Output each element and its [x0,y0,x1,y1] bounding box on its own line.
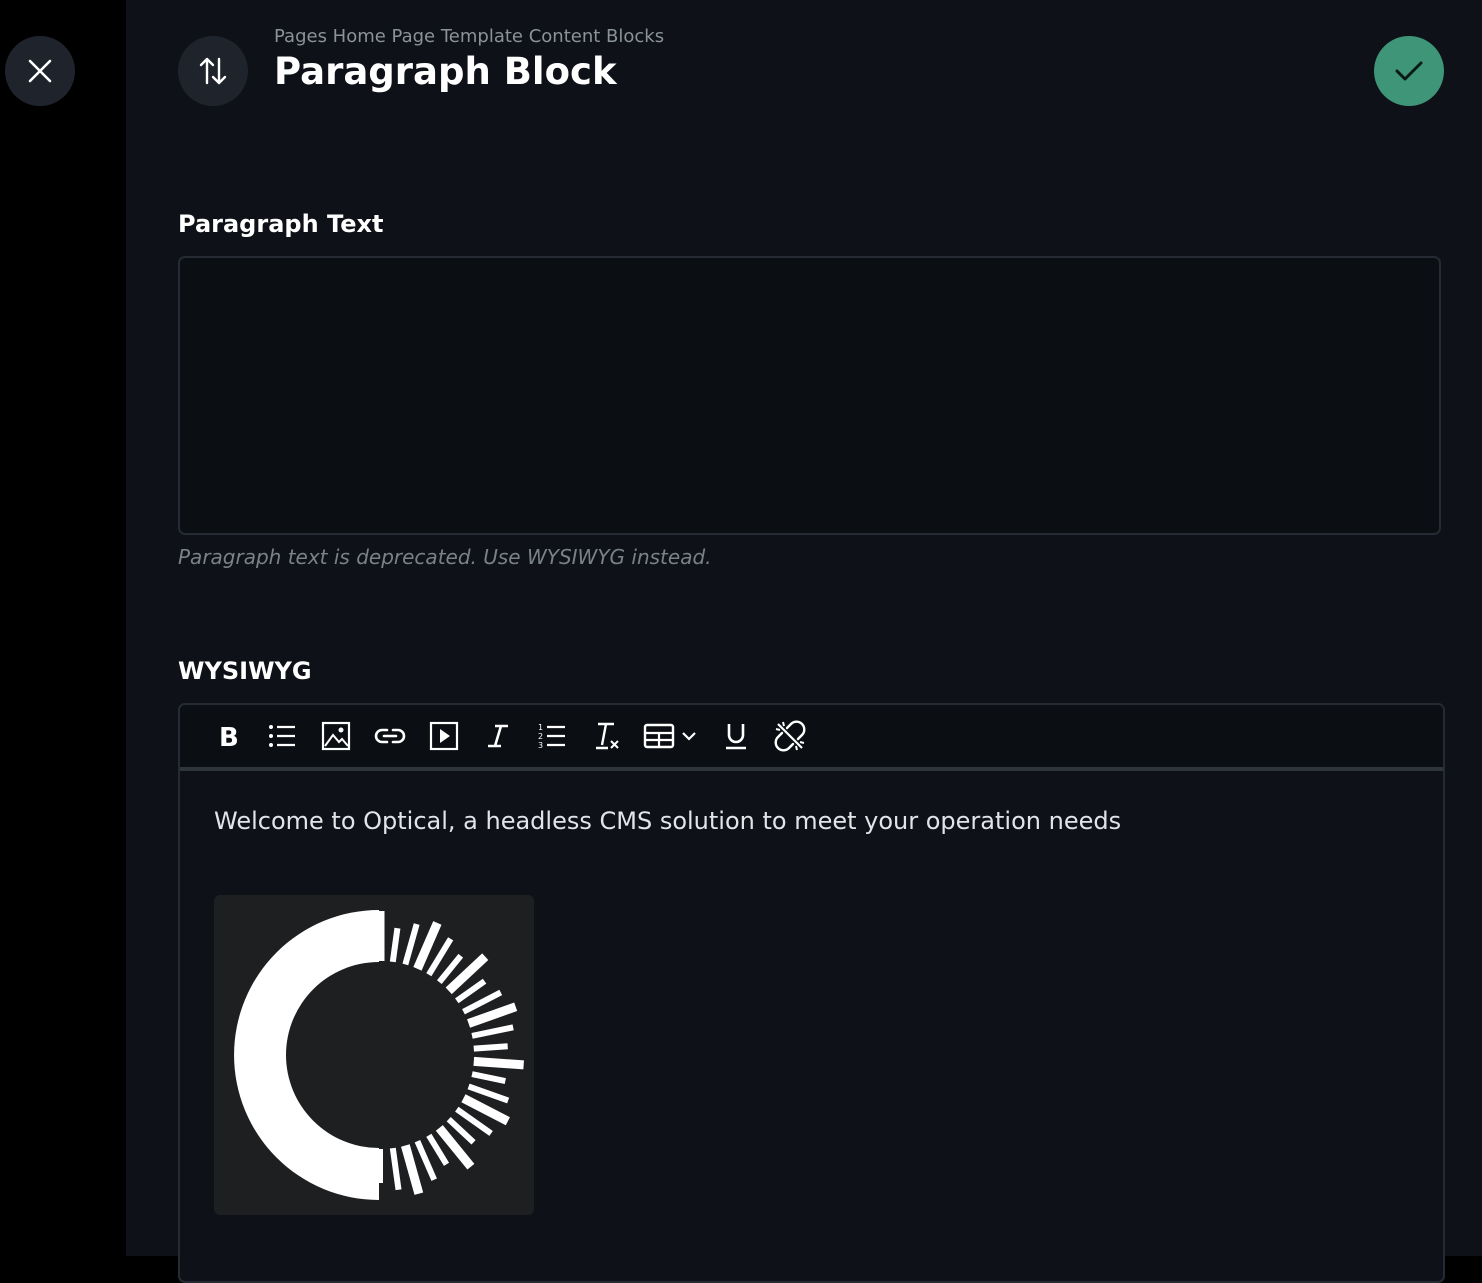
unlink-icon [774,720,806,752]
logo-ray [389,927,401,963]
bold-button[interactable]: B [210,718,246,754]
link-icon [374,728,406,744]
video-icon [429,721,459,751]
logo-ray [471,1024,514,1039]
logo-ray [414,1140,437,1181]
edit-panel: Pages Home Page Template Content Blocks … [126,0,1482,1283]
embedded-image[interactable] [214,895,534,1215]
save-button[interactable] [1374,36,1444,106]
image-button[interactable] [318,718,354,754]
numbered-list-button[interactable]: 1 2 3 [534,718,570,754]
image-icon [321,721,351,751]
unlink-button[interactable] [772,718,808,754]
logo-ray [401,1144,424,1195]
paragraph-text-input[interactable] [178,256,1441,535]
editor-toolbar: B 1 2 3 [180,705,1443,771]
numbered-list-icon: 1 2 3 [538,723,565,750]
logo-ray [402,923,420,966]
wysiwyg-editor[interactable]: B 1 2 3 Welcome to Optical, a headless C… [178,703,1445,1283]
close-button[interactable] [5,36,75,106]
italic-button[interactable] [480,718,516,754]
link-button[interactable] [372,718,408,754]
clear-format-icon [596,722,619,750]
paragraph-text-label: Paragraph Text [178,210,384,238]
paragraph-text-help: Paragraph text is deprecated. Use WYSIWY… [178,545,712,569]
editor-paragraph[interactable]: Welcome to Optical, a headless CMS solut… [214,807,1409,835]
reorder-button[interactable] [178,36,248,106]
editor-content[interactable]: Welcome to Optical, a headless CMS solut… [180,771,1443,1251]
logo-ray [389,1147,402,1191]
breadcrumb[interactable]: Pages Home Page Template Content Blocks [274,26,664,47]
underline-button[interactable] [718,718,754,754]
svg-text:B: B [219,723,239,749]
table-button[interactable] [642,718,700,754]
close-icon [28,59,52,83]
clear-format-button[interactable] [588,718,624,754]
svg-text:1: 1 [538,723,543,732]
italic-icon [488,724,508,748]
wysiwyg-label: WYSIWYG [178,657,312,685]
bullet-list-icon [269,725,295,747]
svg-text:3: 3 [538,741,543,750]
bullet-list-button[interactable] [264,718,300,754]
table-icon [643,723,696,749]
overlay-backdrop [0,0,126,1256]
logo-ray [467,1002,518,1028]
svg-text:2: 2 [538,732,543,741]
page-title: Paragraph Block [274,50,617,93]
logo-ray [467,1083,510,1104]
logo-ray [473,1043,508,1052]
check-icon [1395,61,1423,81]
video-button[interactable] [426,718,462,754]
logo-ray [471,1071,506,1084]
arrows-up-down-icon [199,57,227,85]
logo-ray [473,1056,524,1070]
underline-icon [726,724,746,750]
optical-logo-icon [234,910,524,1200]
bold-icon: B [219,723,239,749]
